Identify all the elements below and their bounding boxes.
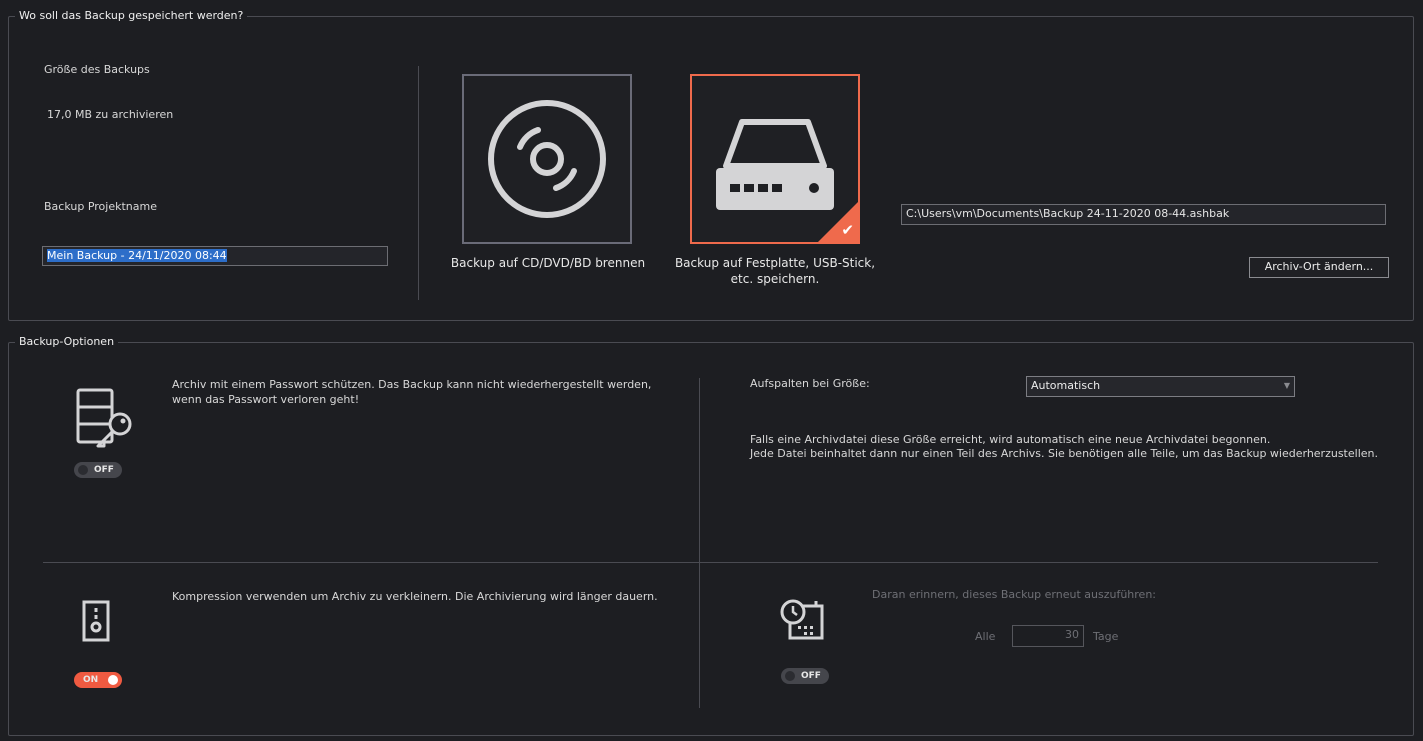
- calendar-clock-icon: [780, 599, 824, 640]
- zip-archive-icon: [82, 600, 110, 642]
- reminder-days-input[interactable]: 30: [1012, 625, 1084, 647]
- archive-path-field[interactable]: C:\Users\vm\Documents\Backup 24-11-2020 …: [901, 204, 1386, 225]
- storage-divider: [418, 66, 419, 300]
- change-location-button[interactable]: Archiv-Ort ändern...: [1249, 257, 1389, 278]
- options-left-divider: [43, 562, 700, 563]
- save-to-drive-label: Backup auf Festplatte, USB-Stick, etc. s…: [668, 255, 882, 287]
- password-description-line2: wenn das Passwort verloren geht!: [172, 393, 360, 406]
- password-description-line1: Archiv mit einem Passwort schützen. Das …: [172, 378, 652, 391]
- split-info-line1: Falls eine Archivdatei diese Größe errei…: [750, 433, 1271, 446]
- compression-toggle-label: ON: [83, 675, 99, 685]
- compression-description: Kompression verwenden um Archiv zu verkl…: [172, 590, 658, 603]
- backup-options-legend: Backup-Optionen: [15, 335, 119, 349]
- compression-toggle[interactable]: ON: [74, 672, 122, 688]
- options-vertical-divider: [699, 378, 700, 708]
- storage-location-legend: Wo soll das Backup gespeichert werden?: [15, 9, 248, 23]
- burn-disc-option[interactable]: [462, 74, 632, 244]
- split-info-line2: Jede Datei beinhaltet dann nur einen Tei…: [750, 447, 1378, 460]
- toggle-knob: [785, 671, 795, 681]
- disc-icon: [488, 100, 606, 218]
- chevron-down-icon: ▼: [1283, 381, 1290, 390]
- project-name-input[interactable]: Mein Backup - 24/11/2020 08:44: [42, 246, 388, 266]
- password-description: Archiv mit einem Passwort schützen. Das …: [172, 377, 651, 407]
- project-name-label: Backup Projektname: [44, 200, 157, 213]
- backup-size-label: Größe des Backups: [44, 63, 150, 76]
- split-size-value: Automatisch: [1031, 379, 1101, 392]
- toggle-knob: [108, 675, 118, 685]
- save-to-drive-label-line2: etc. speichern.: [730, 272, 820, 286]
- reminder-every-label: Alle: [975, 630, 996, 643]
- password-lock-icon: [76, 388, 132, 448]
- password-toggle[interactable]: OFF: [74, 462, 122, 478]
- password-toggle-label: OFF: [94, 465, 114, 475]
- options-right-divider: [700, 562, 1378, 563]
- save-to-drive-label-line1: Backup auf Festplatte, USB-Stick,: [674, 256, 876, 270]
- backup-size-value: 17,0 MB zu archivieren: [47, 108, 174, 121]
- split-size-select[interactable]: Automatisch ▼: [1026, 376, 1295, 397]
- reminder-toggle-label: OFF: [801, 671, 821, 681]
- burn-disc-label: Backup auf CD/DVD/BD brennen: [450, 256, 646, 270]
- save-to-drive-option[interactable]: ✔: [690, 74, 860, 244]
- split-info: Falls eine Archivdatei diese Größe errei…: [750, 433, 1378, 461]
- checkmark-icon: ✔: [841, 221, 854, 239]
- toggle-knob: [78, 465, 88, 475]
- split-size-label: Aufspalten bei Größe:: [750, 377, 870, 390]
- reminder-toggle[interactable]: OFF: [781, 668, 829, 684]
- project-name-selected-text: Mein Backup - 24/11/2020 08:44: [47, 249, 227, 262]
- reminder-description: Daran erinnern, dieses Backup erneut aus…: [872, 588, 1156, 601]
- reminder-days-unit: Tage: [1093, 630, 1119, 643]
